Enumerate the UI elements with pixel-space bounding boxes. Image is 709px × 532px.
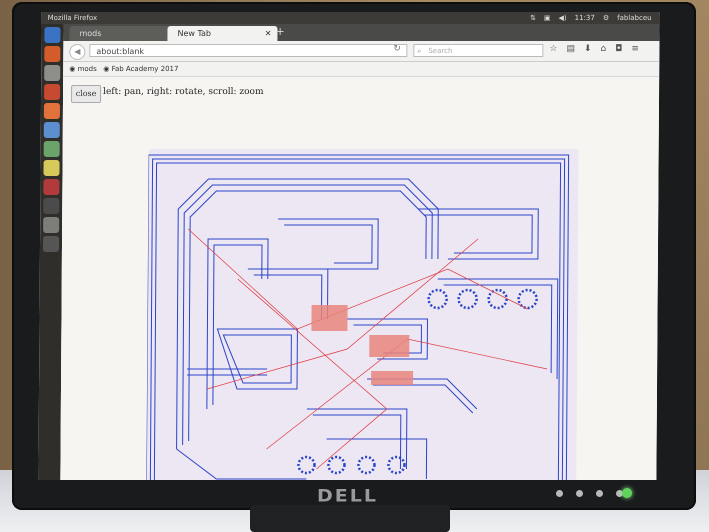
pocket-icon[interactable]: ◘ xyxy=(615,44,622,54)
bookmark-star-icon[interactable]: ☆ xyxy=(549,44,557,54)
app-icon[interactable] xyxy=(43,179,60,195)
new-tab-button[interactable]: + xyxy=(275,25,284,38)
user-name[interactable]: fablabceu xyxy=(617,12,652,24)
bookmark-label: Fab Academy 2017 xyxy=(111,65,179,73)
page-content: close left: pan, right: rotate, scroll: … xyxy=(60,77,660,480)
launcher xyxy=(38,24,64,480)
download-icon[interactable]: ⬇ xyxy=(584,44,592,54)
app-icon[interactable] xyxy=(43,122,60,138)
bookmarks-toolbar: ◉ mods ◉ Fab Academy 2017 xyxy=(63,62,660,77)
app-icon[interactable] xyxy=(43,141,60,157)
software-icon[interactable] xyxy=(44,84,61,100)
toolbar-icons: ☆ ▤ ⬇ ⌂ ◘ ≡ xyxy=(549,44,639,54)
search-icon: ⌕ xyxy=(417,47,422,55)
highlight-region xyxy=(371,371,414,385)
close-button[interactable]: close xyxy=(70,85,102,103)
pcb-toolpath-view[interactable] xyxy=(146,149,579,480)
bookmark-label: mods xyxy=(77,65,97,73)
search-input[interactable]: ⌕ Search xyxy=(413,44,544,57)
app-icon[interactable] xyxy=(43,103,60,119)
gear-icon[interactable]: ⚙ xyxy=(603,12,609,24)
dash-icon[interactable] xyxy=(44,27,61,43)
highlight-region xyxy=(311,305,348,331)
monitor-screen: Mozilla Firefox ⇅ ▣ ◀) 11:37 ⚙ fablabceu… xyxy=(38,12,660,480)
monitor-button[interactable] xyxy=(556,490,563,497)
volume-icon[interactable]: ◀) xyxy=(558,12,567,24)
tab-label: mods xyxy=(79,29,102,38)
monitor-button[interactable] xyxy=(596,490,603,497)
controls-hint: left: pan, right: rotate, scroll: zoom xyxy=(103,87,264,97)
home-icon[interactable]: ⌂ xyxy=(600,44,606,54)
highlight-region xyxy=(369,335,410,357)
close-tab-icon[interactable]: ✕ xyxy=(265,26,272,41)
firefox-icon[interactable] xyxy=(44,46,61,62)
window-title: Mozilla Firefox xyxy=(47,14,98,22)
menu-icon[interactable]: ≡ xyxy=(631,44,639,54)
tab-new-tab[interactable]: New Tab ✕ xyxy=(167,26,278,41)
monitor-buttons xyxy=(556,490,623,497)
network-icon[interactable]: ⇅ xyxy=(530,12,536,24)
tab-strip: mods New Tab ✕ + xyxy=(63,24,660,41)
monitor-stand xyxy=(250,505,450,532)
monitor-button[interactable] xyxy=(576,490,583,497)
files-icon[interactable] xyxy=(44,65,61,81)
trash-icon[interactable] xyxy=(42,236,60,252)
tab-mods[interactable]: mods xyxy=(69,26,176,41)
app-icon[interactable] xyxy=(43,160,60,176)
tab-label: New Tab xyxy=(177,29,212,38)
bookmark-mods[interactable]: ◉ mods xyxy=(69,62,97,76)
dell-logo: DELL xyxy=(317,486,378,506)
clock[interactable]: 11:37 xyxy=(575,12,595,24)
power-led[interactable] xyxy=(622,488,632,498)
firefox-window: mods New Tab ✕ + ◀ about:blank ↻ ⌕ Searc… xyxy=(60,24,660,480)
system-top-bar: Mozilla Firefox ⇅ ▣ ◀) 11:37 ⚙ fablabceu xyxy=(41,12,660,24)
navigation-bar: ◀ about:blank ↻ ⌕ Search ☆ ▤ ⬇ ⌂ ◘ ≡ xyxy=(63,41,660,62)
search-placeholder: Search xyxy=(428,47,453,55)
url-bar[interactable]: about:blank xyxy=(89,44,408,57)
reader-icon[interactable]: ▤ xyxy=(566,44,575,54)
bookmark-fab-academy[interactable]: ◉ Fab Academy 2017 xyxy=(103,62,178,76)
reload-icon[interactable]: ↻ xyxy=(393,44,401,54)
back-button[interactable]: ◀ xyxy=(69,44,86,60)
app-icon[interactable] xyxy=(43,217,60,233)
terminal-icon[interactable] xyxy=(43,198,60,214)
keyboard-icon[interactable]: ▣ xyxy=(544,12,551,24)
